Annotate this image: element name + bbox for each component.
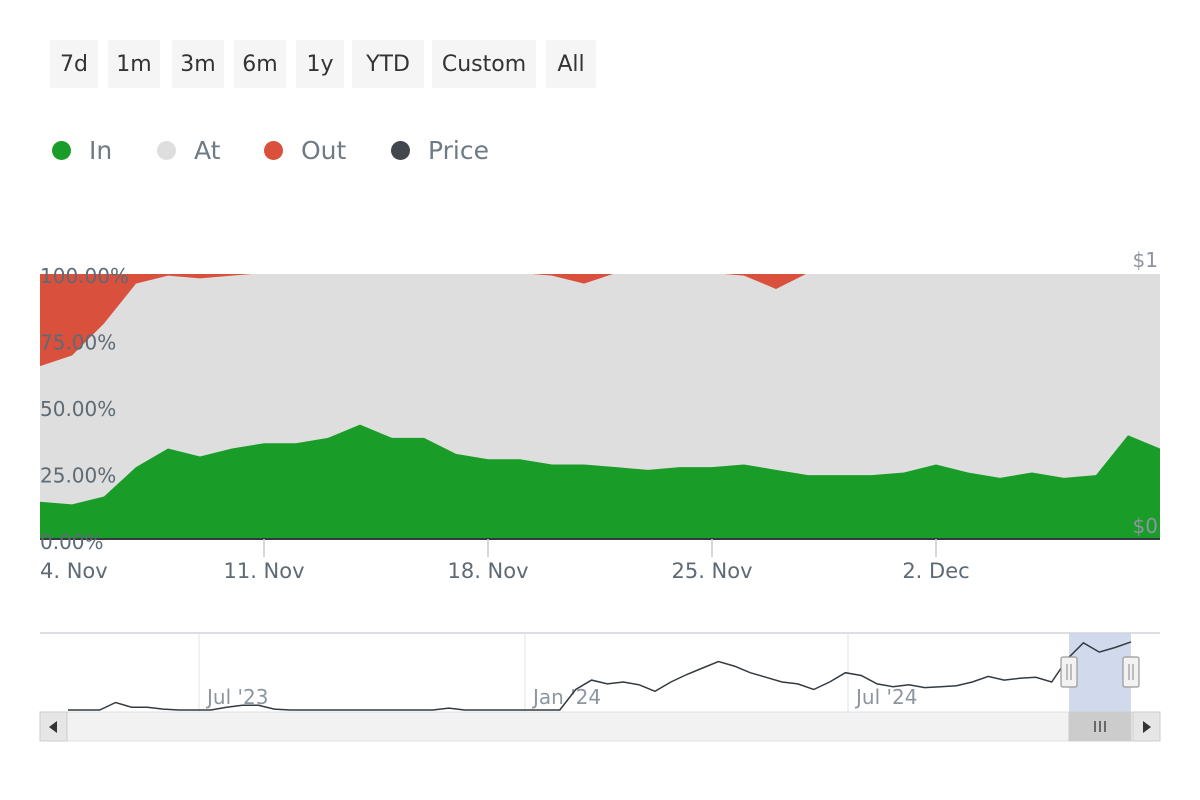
y2-tick-label: $1 bbox=[1133, 248, 1158, 272]
y2-tick-label: $0 bbox=[1133, 514, 1158, 538]
x-tick-label: 18. Nov bbox=[447, 559, 528, 583]
navigator-right-handle[interactable] bbox=[1122, 656, 1140, 688]
y-tick-label: 100.00% bbox=[40, 264, 129, 288]
x-tick-label: 4. Nov bbox=[40, 559, 108, 583]
navigator-left-handle[interactable] bbox=[1060, 656, 1078, 688]
navigator-tick-label: Jul '24 bbox=[854, 685, 917, 709]
in-out-money-chart: 0.00% 25.00% 50.00% 75.00% 100.00% $0 $1 4. Nov… bbox=[39, 248, 1161, 742]
y-tick-label: 0.00% bbox=[40, 530, 104, 554]
scrollbar-track[interactable] bbox=[39, 711, 1161, 742]
x-tick-label: 25. Nov bbox=[671, 559, 752, 583]
handle-body bbox=[1122, 656, 1140, 688]
y-tick-label: 50.00% bbox=[40, 397, 116, 421]
navigator-tick-label: Jan '24 bbox=[531, 685, 601, 709]
y-tick-label: 25.00% bbox=[40, 464, 116, 488]
x-tick-label: 11. Nov bbox=[223, 559, 304, 583]
x-tick-label: 2. Dec bbox=[902, 559, 969, 583]
handle-body bbox=[1060, 656, 1078, 688]
y-tick-label: 75.00% bbox=[40, 331, 116, 355]
